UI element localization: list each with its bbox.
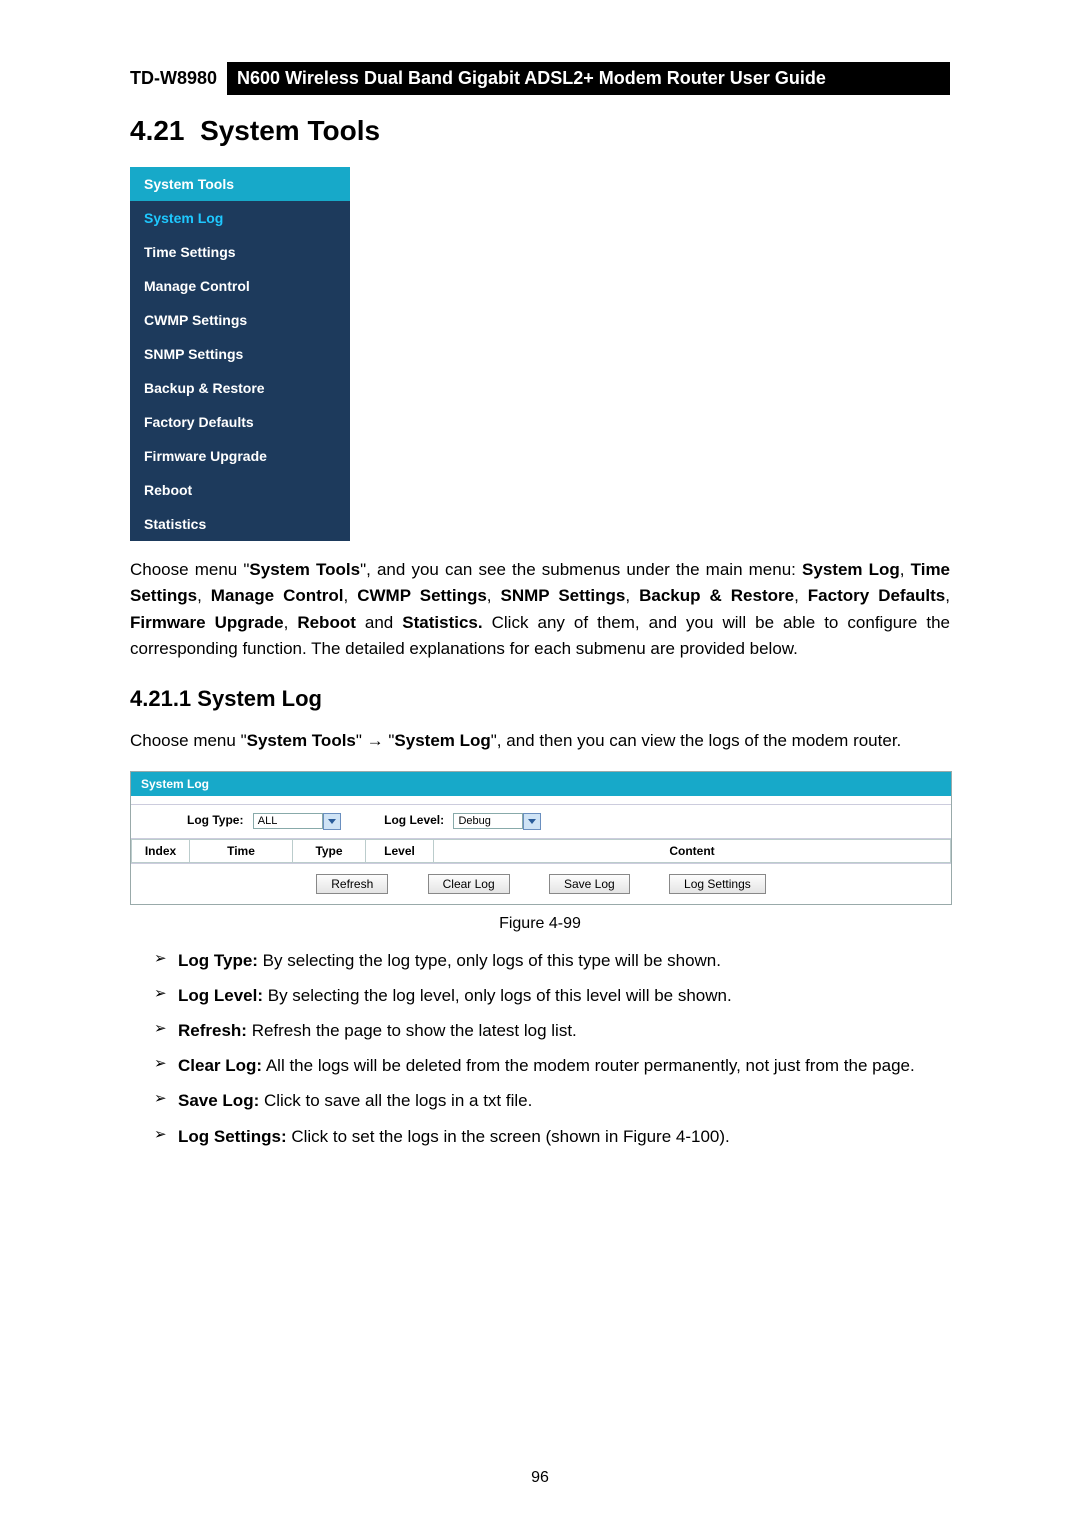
- menu-item-cwmp-settings[interactable]: CWMP Settings: [130, 303, 350, 337]
- text: System Log: [394, 731, 490, 750]
- text: ,: [794, 586, 808, 605]
- menu-item-statistics[interactable]: Statistics: [130, 507, 350, 541]
- log-type-select[interactable]: ALL: [253, 813, 323, 829]
- text: System Tools: [247, 731, 356, 750]
- log-type-label: Log Type:: [187, 813, 243, 827]
- desc: By selecting the log type, only logs of …: [258, 951, 721, 970]
- term: Clear Log:: [178, 1056, 262, 1075]
- term: Save Log:: [178, 1091, 259, 1110]
- section-heading: 4.21 System Tools: [130, 115, 950, 147]
- refresh-button[interactable]: Refresh: [316, 874, 388, 894]
- text: Reboot: [297, 613, 356, 632]
- model-label: TD-W8980: [130, 62, 227, 95]
- clear-log-button[interactable]: Clear Log: [428, 874, 510, 894]
- subsection-title: System Log: [197, 686, 322, 711]
- text: Choose menu ": [130, 731, 247, 750]
- doc-title: N600 Wireless Dual Band Gigabit ADSL2+ M…: [227, 62, 950, 95]
- desc: By selecting the log level, only logs of…: [263, 986, 732, 1005]
- list-item: Refresh: Refresh the page to show the la…: [154, 1017, 950, 1044]
- menu-item-backup-restore[interactable]: Backup & Restore: [130, 371, 350, 405]
- menu-item-time-settings[interactable]: Time Settings: [130, 235, 350, 269]
- intro-paragraph: Choose menu "System Tools", and you can …: [130, 557, 950, 662]
- text: Factory Defaults: [808, 586, 945, 605]
- subsection-heading: 4.21.1 System Log: [130, 686, 950, 712]
- text: System Log: [802, 560, 900, 579]
- menu-item-snmp-settings[interactable]: SNMP Settings: [130, 337, 350, 371]
- desc: Refresh the page to show the latest log …: [247, 1021, 577, 1040]
- text: System Tools: [249, 560, 360, 579]
- col-time: Time: [190, 839, 293, 862]
- menu-item-reboot[interactable]: Reboot: [130, 473, 350, 507]
- text: Manage Control: [211, 586, 344, 605]
- panel-title: System Log: [131, 772, 951, 796]
- term: Log Level:: [178, 986, 263, 1005]
- definition-list: Log Type: By selecting the log type, onl…: [154, 947, 950, 1150]
- term: Refresh:: [178, 1021, 247, 1040]
- table-header-row: Index Time Type Level Content: [132, 839, 951, 862]
- text: ,: [900, 560, 911, 579]
- log-table: Index Time Type Level Content: [131, 839, 951, 863]
- menu-item-factory-defaults[interactable]: Factory Defaults: [130, 405, 350, 439]
- text: ", and then you can view the logs of the…: [491, 731, 902, 750]
- list-item: Clear Log: All the logs will be deleted …: [154, 1052, 950, 1079]
- system-log-panel: System Log Log Type: ALL Log Level: Debu…: [130, 771, 952, 905]
- col-level: Level: [366, 839, 434, 862]
- text: ,: [197, 586, 211, 605]
- text: ,: [284, 613, 298, 632]
- text: SNMP Settings: [501, 586, 626, 605]
- filter-row: Log Type: ALL Log Level: Debug: [131, 804, 951, 839]
- page-number: 96: [0, 1469, 1080, 1487]
- list-item: Save Log: Click to save all the logs in …: [154, 1087, 950, 1114]
- figure-caption: Figure 4-99: [130, 915, 950, 933]
- col-type: Type: [293, 839, 366, 862]
- text: and: [356, 613, 402, 632]
- text: Statistics.: [402, 613, 482, 632]
- subsection-number: 4.21.1: [130, 686, 191, 711]
- menu-item-manage-control[interactable]: Manage Control: [130, 269, 350, 303]
- system-tools-menu: System Tools System Log Time Settings Ma…: [130, 167, 350, 541]
- list-item: Log Type: By selecting the log type, onl…: [154, 947, 950, 974]
- menu-item-firmware-upgrade[interactable]: Firmware Upgrade: [130, 439, 350, 473]
- text: Choose menu ": [130, 560, 249, 579]
- desc: All the logs will be deleted from the mo…: [262, 1056, 915, 1075]
- log-level-label: Log Level:: [384, 813, 444, 827]
- text: " → ": [356, 731, 395, 750]
- button-row: Refresh Clear Log Save Log Log Settings: [131, 863, 951, 904]
- section-number: 4.21: [130, 115, 185, 146]
- term: Log Type:: [178, 951, 258, 970]
- text: ,: [487, 586, 501, 605]
- menu-header[interactable]: System Tools: [130, 167, 350, 201]
- list-item: Log Level: By selecting the log level, o…: [154, 982, 950, 1009]
- text: ,: [625, 586, 639, 605]
- desc: Click to set the logs in the screen (sho…: [287, 1127, 730, 1146]
- list-item: Log Settings: Click to set the logs in t…: [154, 1123, 950, 1150]
- text: CWMP Settings: [357, 586, 487, 605]
- col-content: Content: [434, 839, 951, 862]
- text: Backup & Restore: [639, 586, 794, 605]
- col-index: Index: [132, 839, 190, 862]
- text: ", and you can see the submenus under th…: [360, 560, 802, 579]
- section-title: System Tools: [200, 115, 380, 146]
- text: Firmware Upgrade: [130, 613, 284, 632]
- log-level-select[interactable]: Debug: [453, 813, 523, 829]
- text: ,: [344, 586, 358, 605]
- log-settings-button[interactable]: Log Settings: [669, 874, 766, 894]
- term: Log Settings:: [178, 1127, 287, 1146]
- text: ,: [945, 586, 950, 605]
- doc-header: TD-W8980 N600 Wireless Dual Band Gigabit…: [130, 62, 950, 95]
- menu-item-system-log[interactable]: System Log: [130, 201, 350, 235]
- desc: Click to save all the logs in a txt file…: [259, 1091, 532, 1110]
- syslog-paragraph: Choose menu "System Tools" → "System Log…: [130, 728, 950, 754]
- chevron-down-icon[interactable]: [523, 813, 541, 830]
- save-log-button[interactable]: Save Log: [549, 874, 630, 894]
- chevron-down-icon[interactable]: [323, 813, 341, 830]
